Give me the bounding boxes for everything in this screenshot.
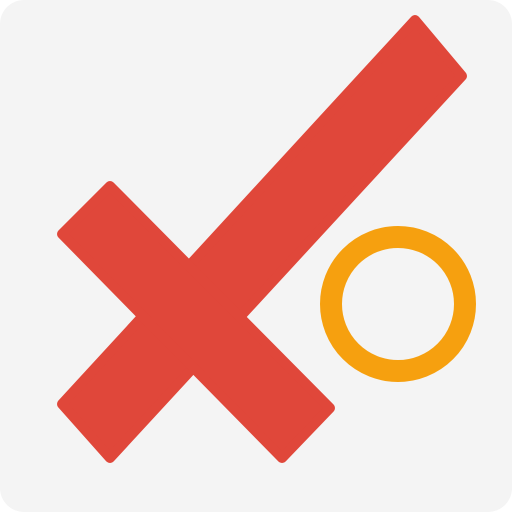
o-mark-ring bbox=[320, 226, 476, 382]
xo-logo-icon bbox=[57, 15, 476, 463]
app-icon-tile bbox=[0, 0, 512, 512]
